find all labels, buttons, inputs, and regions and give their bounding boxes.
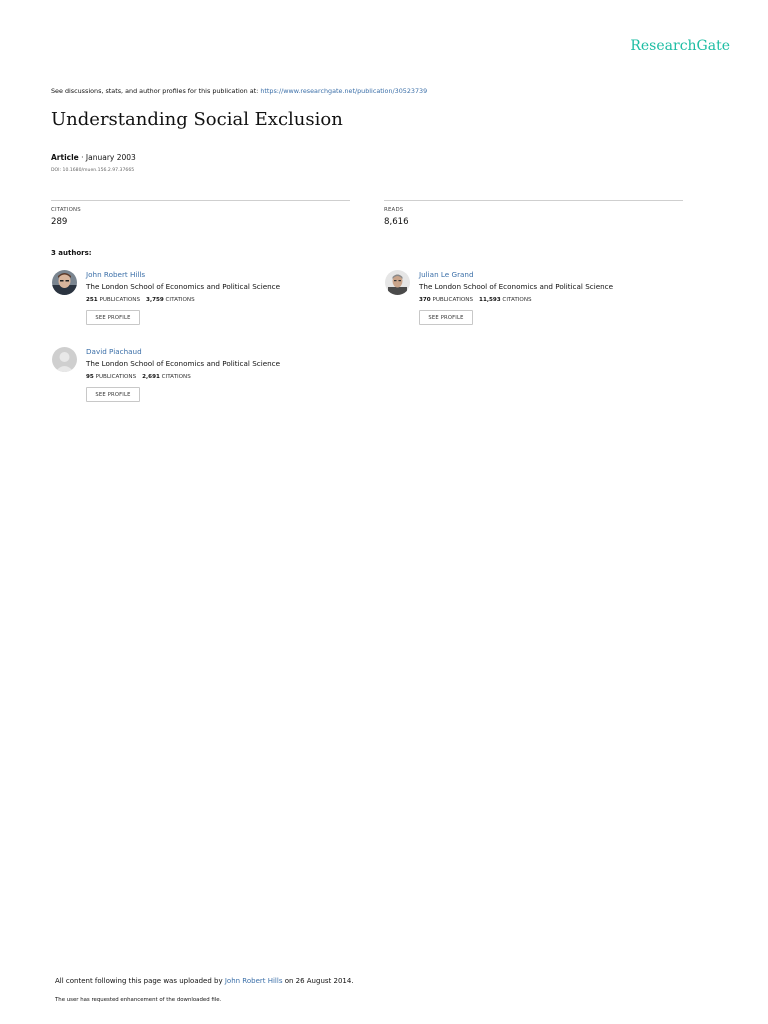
citations-count: 3,759 <box>146 297 164 303</box>
reads-label: READS <box>384 207 404 213</box>
article-doi: DOI: 10.1680/muen.156.2.97.37665 <box>51 168 135 173</box>
author-card: David Piachaud The London School of Econ… <box>52 347 352 409</box>
reads-divider <box>384 200 683 201</box>
author-institution: The London School of Economics and Polit… <box>86 359 281 368</box>
person-photo-icon[interactable] <box>385 270 410 295</box>
article-title: Understanding Social Exclusion <box>51 109 343 130</box>
article-date: · January 2003 <box>78 153 136 162</box>
author-name[interactable]: David Piachaud <box>86 347 142 356</box>
see-profile-button[interactable]: SEE PROFILE <box>86 387 140 402</box>
discussion-line: See discussions, stats, and author profi… <box>51 87 427 95</box>
author-stats: 251 PUBLICATIONS 3,759 CITATIONS <box>86 297 195 303</box>
publications-label: PUBLICATIONS <box>95 374 137 380</box>
enhancement-note: The user has requested enhancement of th… <box>55 997 222 1003</box>
article-meta: Article · January 2003 <box>51 153 136 162</box>
author-stats: 370 PUBLICATIONS 11,593 CITATIONS <box>419 297 532 303</box>
publications-count: 95 <box>86 374 94 380</box>
citations-count: 2,691 <box>142 374 160 380</box>
citations-label: CITATIONS <box>161 374 191 380</box>
upload-suffix: on 26 August 2014. <box>282 977 354 985</box>
citations-divider <box>51 200 350 201</box>
publication-link[interactable]: https://www.researchgate.net/publication… <box>260 87 427 95</box>
upload-prefix: All content following this page was uplo… <box>55 977 225 985</box>
author-institution: The London School of Economics and Polit… <box>419 282 614 291</box>
reads-value: 8,616 <box>384 217 409 227</box>
see-profile-button[interactable]: SEE PROFILE <box>86 310 140 325</box>
author-card: Julian Le Grand The London School of Eco… <box>385 270 685 332</box>
citations-label: CITATIONS <box>502 297 532 303</box>
publications-label: PUBLICATIONS <box>432 297 474 303</box>
uploader-link[interactable]: John Robert Hills <box>225 977 283 985</box>
citations-label: CITATIONS <box>165 297 195 303</box>
person-photo-icon[interactable] <box>52 270 77 295</box>
author-name[interactable]: John Robert Hills <box>86 270 145 279</box>
author-stats: 95 PUBLICATIONS 2,691 CITATIONS <box>86 374 191 380</box>
researchgate-logo[interactable]: ResearchGate <box>620 38 730 54</box>
publications-count: 251 <box>86 297 98 303</box>
upload-note: All content following this page was uplo… <box>55 977 354 985</box>
author-name[interactable]: Julian Le Grand <box>419 270 474 279</box>
author-institution: The London School of Economics and Polit… <box>86 282 281 291</box>
author-card: John Robert Hills The London School of E… <box>52 270 352 332</box>
authors-heading: 3 authors: <box>51 249 92 257</box>
see-profile-button[interactable]: SEE PROFILE <box>419 310 473 325</box>
default-avatar-icon[interactable] <box>52 347 77 372</box>
publications-label: PUBLICATIONS <box>99 297 141 303</box>
citations-value: 289 <box>51 217 68 227</box>
article-type: Article <box>51 153 79 162</box>
citations-label: CITATIONS <box>51 207 81 213</box>
citations-count: 11,593 <box>479 297 501 303</box>
publications-count: 370 <box>419 297 431 303</box>
discussion-prefix: See discussions, stats, and author profi… <box>51 87 261 95</box>
